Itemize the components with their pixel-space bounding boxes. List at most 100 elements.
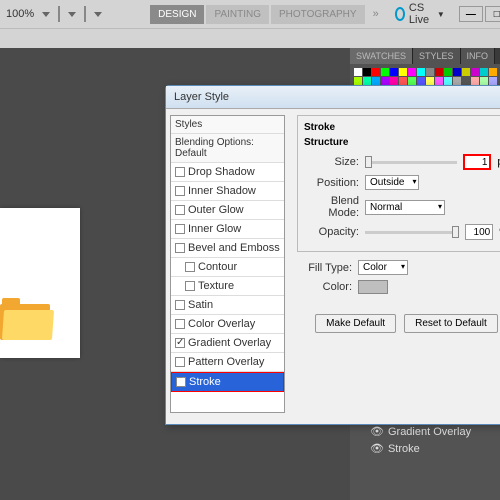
checkbox-icon[interactable]: [175, 300, 185, 310]
style-item-outer-glow[interactable]: Outer Glow: [171, 201, 284, 220]
checkbox-icon[interactable]: [175, 186, 185, 196]
swatch[interactable]: [372, 68, 380, 76]
styles-header[interactable]: Styles: [171, 116, 284, 134]
swatch[interactable]: [471, 68, 479, 76]
swatch[interactable]: [381, 68, 389, 76]
tab-photography[interactable]: PHOTOGRAPHY: [271, 5, 365, 24]
swatch[interactable]: [471, 77, 479, 85]
swatch[interactable]: [417, 77, 425, 85]
swatch[interactable]: [426, 68, 434, 76]
style-item-drop-shadow[interactable]: Drop Shadow: [171, 163, 284, 182]
swatch[interactable]: [408, 68, 416, 76]
make-default-button[interactable]: Make Default: [315, 314, 396, 333]
blending-options[interactable]: Blending Options: Default: [171, 134, 284, 163]
panel-tab-swatches[interactable]: SWATCHES: [350, 48, 413, 64]
more-icon[interactable]: »: [373, 8, 379, 20]
swatch[interactable]: [489, 68, 497, 76]
color-picker[interactable]: [358, 280, 388, 294]
swatch[interactable]: [399, 77, 407, 85]
style-item-inner-shadow[interactable]: Inner Shadow: [171, 182, 284, 201]
checkbox-icon[interactable]: [185, 281, 195, 291]
size-input[interactable]: [463, 154, 491, 170]
swatch[interactable]: [372, 77, 380, 85]
swatch[interactable]: [435, 68, 443, 76]
swatch[interactable]: [381, 77, 389, 85]
style-item-stroke[interactable]: Stroke: [171, 372, 284, 392]
color-label: Color:: [297, 281, 352, 293]
hand-tool-icon[interactable]: [58, 6, 60, 22]
swatch[interactable]: [390, 68, 398, 76]
swatch[interactable]: [354, 77, 362, 85]
checkbox-icon[interactable]: [175, 205, 185, 215]
swatch[interactable]: [435, 77, 443, 85]
panel-tab-info[interactable]: INFO: [461, 48, 496, 64]
checkbox-icon[interactable]: [175, 224, 185, 234]
checkbox-icon[interactable]: [175, 243, 185, 253]
section-title: Stroke: [304, 122, 500, 133]
swatch[interactable]: [426, 77, 434, 85]
swatch[interactable]: [354, 68, 362, 76]
tool-dropdown-icon[interactable]: [68, 12, 76, 17]
blend-mode-select[interactable]: Normal: [365, 200, 445, 215]
style-item-label: Satin: [188, 299, 213, 311]
style-item-inner-glow[interactable]: Inner Glow: [171, 220, 284, 239]
style-item-contour[interactable]: Contour: [171, 258, 284, 277]
checkbox-icon[interactable]: [185, 262, 195, 272]
layer-style-dialog: Layer Style Styles Blending Options: Def…: [165, 85, 500, 425]
style-item-texture[interactable]: Texture: [171, 277, 284, 296]
maximize-button[interactable]: □: [485, 6, 500, 22]
swatch[interactable]: [462, 68, 470, 76]
swatch[interactable]: [453, 77, 461, 85]
swatch[interactable]: [453, 68, 461, 76]
styles-list: Styles Blending Options: Default Drop Sh…: [170, 115, 285, 413]
zoom-level[interactable]: 100%: [6, 8, 34, 20]
structure-title: Structure: [304, 137, 500, 148]
checkbox-icon[interactable]: [175, 338, 185, 348]
swatch[interactable]: [480, 77, 488, 85]
minimize-button[interactable]: —: [459, 6, 483, 22]
checkbox-icon[interactable]: [175, 167, 185, 177]
eye-icon[interactable]: 👁: [370, 442, 384, 455]
style-item-satin[interactable]: Satin: [171, 296, 284, 315]
style-item-bevel-and-emboss[interactable]: Bevel and Emboss: [171, 239, 284, 258]
effect-stroke[interactable]: 👁Stroke: [350, 440, 500, 457]
view-tool-icon[interactable]: [84, 6, 86, 22]
canvas-area: [0, 48, 120, 500]
opacity-slider[interactable]: [365, 231, 459, 234]
style-item-gradient-overlay[interactable]: Gradient Overlay: [171, 334, 284, 353]
eye-icon[interactable]: 👁: [370, 425, 384, 438]
swatch[interactable]: [417, 68, 425, 76]
swatch[interactable]: [363, 68, 371, 76]
options-bar: [0, 28, 500, 48]
effect-gradient-overlay[interactable]: 👁Gradient Overlay: [350, 423, 500, 440]
style-item-color-overlay[interactable]: Color Overlay: [171, 315, 284, 334]
style-item-label: Color Overlay: [188, 318, 255, 330]
style-item-label: Stroke: [189, 376, 221, 388]
style-item-pattern-overlay[interactable]: Pattern Overlay: [171, 353, 284, 372]
swatch[interactable]: [480, 68, 488, 76]
swatch[interactable]: [444, 68, 452, 76]
tab-painting[interactable]: PAINTING: [206, 5, 268, 24]
opacity-input[interactable]: [465, 224, 493, 240]
swatch[interactable]: [462, 77, 470, 85]
zoom-dropdown-icon[interactable]: [42, 12, 50, 17]
position-select[interactable]: Outside: [365, 175, 419, 190]
view-dropdown-icon[interactable]: [94, 12, 102, 17]
checkbox-icon[interactable]: [175, 319, 185, 329]
checkbox-icon[interactable]: [176, 377, 186, 387]
tab-design[interactable]: DESIGN: [150, 5, 204, 24]
swatch[interactable]: [408, 77, 416, 85]
dialog-title: Layer Style: [166, 86, 500, 109]
panel-tab-styles[interactable]: STYLES: [413, 48, 461, 64]
fill-type-select[interactable]: Color: [358, 260, 408, 275]
swatch[interactable]: [489, 77, 497, 85]
size-slider[interactable]: [365, 161, 457, 164]
reset-default-button[interactable]: Reset to Default: [404, 314, 498, 333]
cs-live-button[interactable]: CS Live ▼: [395, 2, 445, 26]
swatch[interactable]: [363, 77, 371, 85]
swatch[interactable]: [399, 68, 407, 76]
checkbox-icon[interactable]: [175, 357, 185, 367]
swatch[interactable]: [390, 77, 398, 85]
swatch[interactable]: [444, 77, 452, 85]
folder-artwork[interactable]: [0, 298, 55, 343]
